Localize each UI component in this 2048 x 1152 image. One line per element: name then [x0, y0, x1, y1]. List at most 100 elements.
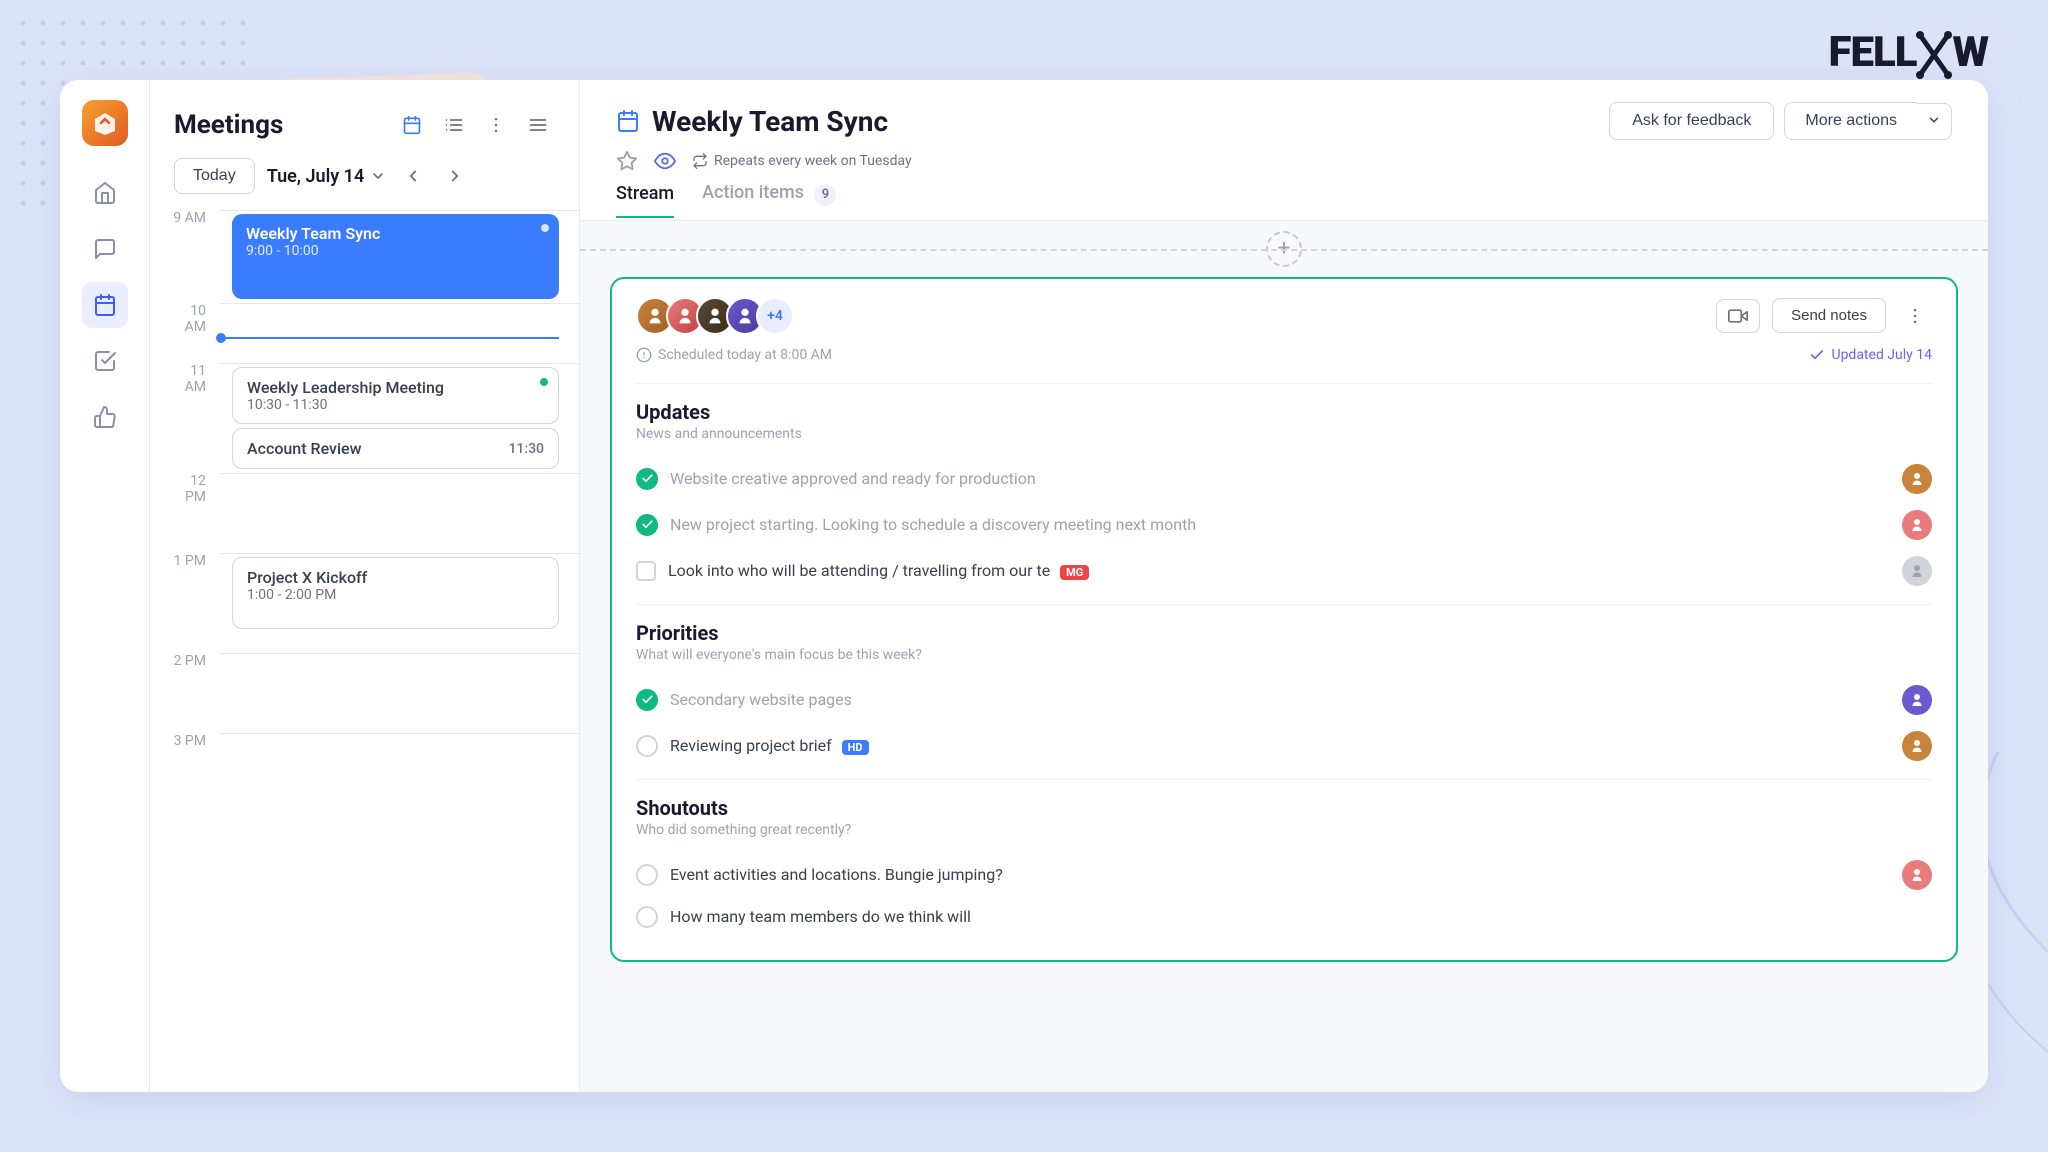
meeting-card-weekly-team-sync[interactable]: Weekly Team Sync 9:00 - 10:00 [232, 214, 559, 299]
card-more-options-btn[interactable] [1898, 299, 1932, 333]
badge-mg: MG [1060, 565, 1089, 580]
check-icon-2 [641, 518, 654, 531]
ask-feedback-btn[interactable]: Ask for feedback [1609, 102, 1774, 140]
list-item-priorities-1: Secondary website pages [636, 677, 1932, 723]
detail-actions: Ask for feedback More actions [1609, 102, 1952, 140]
date-display[interactable]: Tue, July 14 [267, 166, 387, 187]
calendar-scroll[interactable]: 9 AM Weekly Team Sync 9:00 - 10:00 10 AM [150, 210, 579, 1092]
more-actions-arrow[interactable] [1917, 103, 1952, 140]
item-avatar-1 [1902, 464, 1932, 494]
time-label-12pm: 12 PM [150, 473, 220, 505]
check-circle-p1[interactable] [636, 689, 658, 711]
check-square-3[interactable] [636, 561, 656, 581]
detail-body[interactable]: + [580, 221, 1988, 1093]
section-title-updates: Updates [636, 400, 1932, 424]
sidebar-item-calendar[interactable] [82, 282, 128, 328]
scheduled-text: Scheduled today at 8:00 AM [658, 347, 832, 363]
meetings-header: Meetings [150, 80, 579, 158]
add-item-row[interactable]: + [580, 221, 1988, 277]
events-area-2pm [220, 653, 579, 661]
dashed-line [580, 249, 1988, 251]
meetings-header-icons [395, 108, 555, 142]
time-slot-3pm: 3 PM [150, 733, 579, 813]
time-slot-10am: 10 AM [150, 303, 579, 363]
item-text-priorities-1: Secondary website pages [670, 690, 1890, 709]
events-area-9am: Weekly Team Sync 9:00 - 10:00 [220, 210, 579, 303]
list-item-updates-1: Website creative approved and ready for … [636, 456, 1932, 502]
eye-icon[interactable] [654, 150, 676, 172]
check-circle-2[interactable] [636, 514, 658, 536]
events-area-12pm [220, 473, 579, 481]
section-title-priorities: Priorities [636, 621, 1932, 645]
app-logo[interactable] [82, 100, 128, 146]
divider-3 [636, 779, 1932, 780]
sidebar-item-home[interactable] [82, 170, 128, 216]
prev-date-btn[interactable] [398, 161, 428, 191]
meeting-card-leadership[interactable]: Weekly Leadership Meeting 10:30 - 11:30 [232, 367, 559, 424]
meeting-time: 9:00 - 10:00 [246, 243, 545, 259]
main-content: Weekly Team Sync Ask for feedback More a… [580, 80, 1988, 1092]
time-slot-12pm: 12 PM [150, 473, 579, 553]
sidebar [60, 80, 150, 1092]
list-item-shoutouts-1: Event activities and locations. Bungie j… [636, 852, 1932, 898]
uncheck-circle-s2[interactable] [636, 906, 658, 928]
meeting-time-kickoff: 1:00 - 2:00 PM [247, 587, 544, 603]
repeat-text: Repeats every week on Tuesday [714, 153, 912, 169]
card-dot [541, 224, 549, 232]
time-label-1pm: 1 PM [150, 553, 220, 569]
sidebar-item-feedback[interactable] [82, 394, 128, 440]
section-subtitle-updates: News and announcements [636, 426, 1932, 442]
app-window: Meetings [60, 80, 1988, 1092]
time-label-3pm: 3 PM [150, 733, 220, 749]
events-area-1pm: Project X Kickoff 1:00 - 2:00 PM [220, 553, 579, 633]
time-slot-1pm: 1 PM Project X Kickoff 1:00 - 2:00 PM [150, 553, 579, 653]
star-icon[interactable] [616, 150, 638, 172]
today-button[interactable]: Today [174, 158, 255, 194]
meetings-more-btn[interactable] [479, 108, 513, 142]
check-icon-1 [641, 472, 654, 485]
check-icon-p1 [641, 693, 654, 706]
detail-title-row: Weekly Team Sync Ask for feedback More a… [616, 102, 1952, 140]
check-circle-1[interactable] [636, 468, 658, 490]
notes-card-header: +4 Send notes [612, 279, 1956, 347]
uncheck-circle-p2[interactable] [636, 735, 658, 757]
tab-stream[interactable]: Stream [616, 183, 674, 218]
item-avatar-s1 [1902, 860, 1932, 890]
meeting-card-project-kickoff[interactable]: Project X Kickoff 1:00 - 2:00 PM [232, 557, 559, 629]
events-area-10am [220, 303, 579, 343]
send-notes-btn[interactable]: Send notes [1772, 298, 1886, 333]
divider [636, 383, 1932, 384]
next-date-btn[interactable] [440, 161, 470, 191]
checkmark-icon [1809, 347, 1825, 363]
more-actions-btn[interactable]: More actions [1784, 102, 1917, 140]
section-priorities: Priorities What will everyone's main foc… [612, 611, 1956, 773]
uncheck-circle-s1[interactable] [636, 864, 658, 886]
time-slot-2pm: 2 PM [150, 653, 579, 733]
meeting-card-account-review[interactable]: Account Review 11:30 [232, 428, 559, 469]
time-label-9am: 9 AM [150, 210, 220, 226]
time-label-10am: 10 AM [150, 303, 220, 335]
meeting-name-kickoff: Project X Kickoff [247, 568, 544, 587]
scheduled-info: Scheduled today at 8:00 AM [636, 347, 832, 363]
meetings-title: Meetings [174, 110, 283, 140]
time-label-2pm: 2 PM [150, 653, 220, 669]
chevron-down-icon [370, 168, 386, 184]
notes-header-right: Send notes [1716, 298, 1932, 333]
list-view-btn[interactable] [437, 108, 471, 142]
tab-action-items[interactable]: Action items 9 [702, 182, 836, 220]
sidebar-item-tasks[interactable] [82, 338, 128, 384]
sidebar-toggle-btn[interactable] [521, 108, 555, 142]
events-area-11am: Weekly Leadership Meeting 10:30 - 11:30 … [220, 363, 579, 473]
sidebar-item-notes[interactable] [82, 226, 128, 272]
item-text-priorities-2: Reviewing project brief HD [670, 736, 1890, 755]
updated-text: Updated July 14 [1831, 347, 1932, 363]
video-call-btn[interactable] [1716, 299, 1760, 333]
avatar-extra: +4 [756, 297, 794, 335]
calendar-view-btn[interactable] [395, 108, 429, 142]
date-nav: Today Tue, July 14 [150, 158, 579, 210]
detail-title-left: Weekly Team Sync [616, 105, 888, 138]
item-text-shoutouts-1: Event activities and locations. Bungie j… [670, 865, 1890, 884]
meeting-name-leadership: Weekly Leadership Meeting [247, 378, 544, 397]
calendar-detail-icon [616, 109, 640, 133]
events-area-3pm [220, 733, 579, 741]
